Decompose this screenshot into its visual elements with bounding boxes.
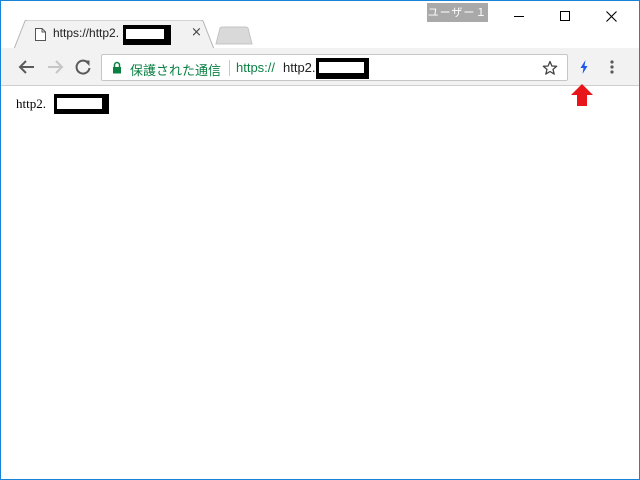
secure-connection-label[interactable]: 保護された通信 xyxy=(130,60,221,79)
redaction-box xyxy=(316,58,369,79)
close-window-button[interactable] xyxy=(588,1,634,31)
page-content: http2. xyxy=(1,87,639,479)
forward-arrow-icon[interactable] xyxy=(45,57,65,77)
title-bar: ユーザー１ https://http2. × xyxy=(1,1,639,49)
kebab-menu-icon[interactable] xyxy=(605,57,619,77)
minimize-icon xyxy=(514,15,524,17)
red-up-arrow-icon xyxy=(571,84,593,106)
url-scheme: https:// xyxy=(236,60,276,75)
profile-badge[interactable]: ユーザー１ xyxy=(427,3,488,22)
back-arrow-icon[interactable] xyxy=(17,57,37,77)
browser-window: ユーザー１ https://http2. × 保護された通信 https:// … xyxy=(0,0,640,480)
page-icon xyxy=(35,28,46,41)
address-bar[interactable]: 保護された通信 https:// http2. xyxy=(101,54,568,81)
maximize-button[interactable] xyxy=(542,1,588,31)
redaction-box xyxy=(54,94,109,114)
close-icon xyxy=(605,10,617,22)
tab-title: https://http2. xyxy=(53,26,120,40)
maximize-icon xyxy=(560,11,570,21)
new-tab-button[interactable] xyxy=(215,26,253,45)
url-host: http2. xyxy=(283,60,316,75)
reload-icon[interactable] xyxy=(73,57,93,77)
lock-icon xyxy=(113,61,121,74)
redaction-box xyxy=(123,25,171,45)
page-body-text: http2. xyxy=(16,96,46,111)
tab-close-button[interactable]: × xyxy=(191,25,202,40)
minimize-button[interactable] xyxy=(496,1,542,31)
address-divider xyxy=(229,60,230,76)
lightning-bolt-icon[interactable] xyxy=(574,57,594,77)
browser-toolbar: 保護された通信 https:// http2. xyxy=(1,48,639,86)
tab-active[interactable]: https://http2. × xyxy=(14,20,214,49)
bookmark-star-icon[interactable] xyxy=(542,60,558,76)
